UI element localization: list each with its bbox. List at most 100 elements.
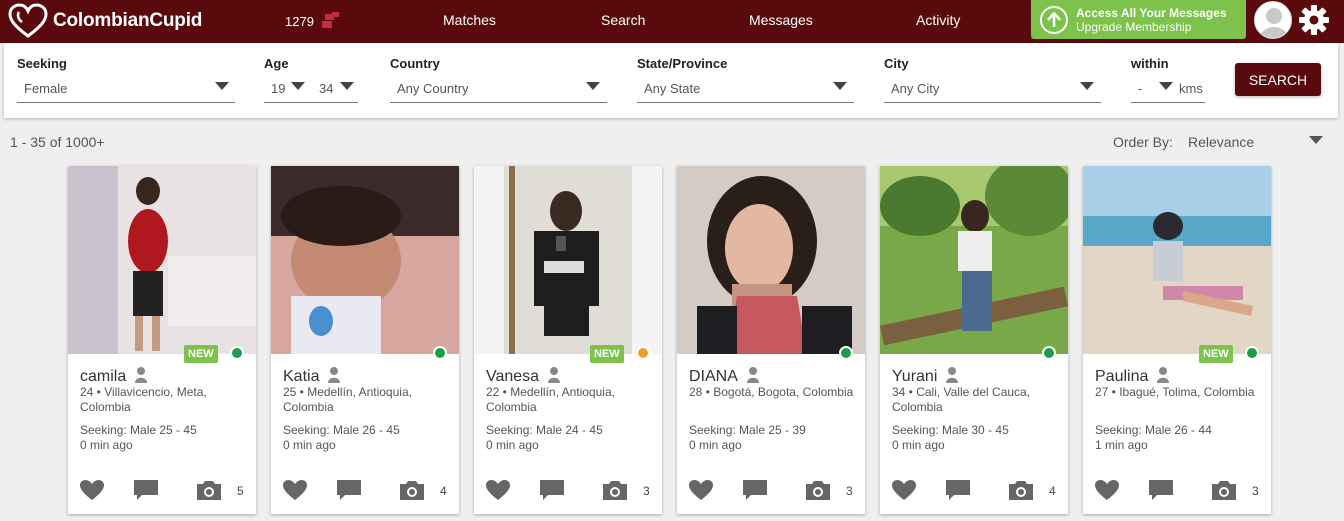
online-count-value: 1279 <box>285 13 314 29</box>
profile-last-active: 0 min ago <box>892 438 945 452</box>
camera-icon[interactable] <box>602 479 628 506</box>
camera-icon[interactable] <box>805 479 831 506</box>
profile-card[interactable]: Yurani 34 • Cali, Valle del Cauca, Colomb… <box>880 166 1068 514</box>
photo-count: 4 <box>440 484 447 498</box>
search-button[interactable]: SEARCH <box>1235 63 1321 96</box>
chevron-down-icon <box>215 82 229 90</box>
age-min-value: 19 <box>271 81 286 96</box>
city-select[interactable]: Any City <box>884 75 1101 103</box>
profile-card[interactable]: NEW camila 24 • Villavicencio, Meta, Colom… <box>68 166 256 514</box>
new-badge: NEW <box>1199 345 1233 363</box>
distance-unit: kms <box>1179 81 1203 96</box>
heart-icon[interactable] <box>891 479 917 506</box>
online-status-icon <box>433 346 447 360</box>
chat-icon[interactable] <box>539 479 565 506</box>
distance-value: - <box>1138 81 1143 96</box>
order-by-select[interactable]: Relevance <box>1188 134 1254 150</box>
chat-icon[interactable] <box>742 479 768 506</box>
photo-count: 5 <box>237 484 244 498</box>
country-label: Country <box>390 56 440 71</box>
state-select[interactable]: Any State <box>637 75 854 103</box>
nav-search[interactable]: Search <box>601 12 645 28</box>
city-label: City <box>884 56 909 71</box>
heart-icon[interactable] <box>688 479 714 506</box>
camera-icon[interactable] <box>399 479 425 506</box>
user-avatar[interactable] <box>1254 1 1292 39</box>
profile-location: 27 • Ibagué, Tolima, Colombia <box>1095 385 1255 399</box>
heart-icon[interactable] <box>282 479 308 506</box>
profile-seeking: Seeking: Male 25 - 39 <box>689 423 806 437</box>
country-select[interactable]: Any Country <box>390 75 607 103</box>
profile-seeking: Seeking: Male 24 - 45 <box>486 423 603 437</box>
top-navigation-bar: ColombianCupid 1279 Matches Search Messa… <box>0 0 1344 43</box>
profile-photo[interactable] <box>68 166 256 354</box>
profile-last-active: 0 min ago <box>283 438 336 452</box>
arrow-up-icon <box>1040 5 1068 34</box>
gear-icon[interactable] <box>1298 4 1330 36</box>
age-min-select[interactable]: 19 <box>264 75 312 103</box>
profile-card[interactable]: NEW Vanesa 22 • Medellín, Antioquia, Colom… <box>474 166 662 514</box>
profile-name: DIANA <box>689 368 738 385</box>
nav-matches[interactable]: Matches <box>443 12 496 28</box>
photo-count: 3 <box>846 484 853 498</box>
online-status-icon <box>839 346 853 360</box>
seeking-select[interactable]: Female <box>17 75 235 103</box>
profile-location: 28 • Bogotá, Bogota, Colombia <box>689 385 854 399</box>
nav-messages[interactable]: Messages <box>749 12 813 28</box>
results-count: 1 - 35 of 1000+ <box>10 134 105 150</box>
chevron-down-icon <box>291 82 305 90</box>
profile-photo[interactable] <box>880 166 1068 354</box>
camera-icon[interactable] <box>1211 479 1237 506</box>
heart-icon[interactable] <box>79 479 105 506</box>
profile-last-active: 0 min ago <box>80 438 133 452</box>
profile-seeking: Seeking: Male 25 - 45 <box>80 423 197 437</box>
profile-location: 22 • Medellín, Antioquia, Colombia <box>486 385 615 414</box>
country-value: Any Country <box>397 81 469 96</box>
camera-icon[interactable] <box>196 479 222 506</box>
profile-last-active: 1 min ago <box>1095 438 1148 452</box>
online-count[interactable]: 1279 <box>285 12 341 30</box>
logo[interactable]: ColombianCupid <box>8 3 202 39</box>
heart-icon[interactable] <box>485 479 511 506</box>
new-badge: NEW <box>590 345 624 363</box>
chat-icon[interactable] <box>133 479 159 506</box>
camera-icon[interactable] <box>1008 479 1034 506</box>
online-status-icon <box>1245 346 1259 360</box>
within-label: within <box>1131 56 1169 71</box>
profile-seeking: Seeking: Male 26 - 44 <box>1095 423 1212 437</box>
photo-count: 4 <box>1049 484 1056 498</box>
chat-icon[interactable] <box>336 479 362 506</box>
photo-count: 3 <box>643 484 650 498</box>
nav-activity[interactable]: Activity <box>916 12 960 28</box>
profile-card[interactable]: DIANA 28 • Bogotá, Bogota, Colombia Seekin… <box>677 166 865 514</box>
profile-photo[interactable] <box>677 166 865 354</box>
profile-seeking: Seeking: Male 30 - 45 <box>892 423 1009 437</box>
brand-name: ColombianCupid <box>53 10 203 31</box>
chevron-down-icon[interactable] <box>1309 136 1323 144</box>
upgrade-title: Access All Your Messages <box>1076 5 1227 20</box>
chevron-down-icon <box>1159 82 1173 90</box>
profile-photo[interactable] <box>1083 166 1271 354</box>
chevron-down-icon <box>340 82 354 90</box>
chat-icon[interactable] <box>945 479 971 506</box>
heart-logo-icon <box>8 3 48 38</box>
users-online-icon <box>321 12 339 28</box>
profile-card[interactable]: Katia 25 • Medellín, Antioquia, Colombia S… <box>271 166 459 514</box>
profile-card[interactable]: NEW Paulina 27 • Ibagué, Tolima, Colombia S… <box>1083 166 1271 514</box>
seeking-label: Seeking <box>17 56 67 71</box>
user-silhouette-icon <box>1260 8 1288 38</box>
online-status-icon <box>1042 346 1056 360</box>
heart-icon[interactable] <box>1094 479 1120 506</box>
chat-icon[interactable] <box>1148 479 1174 506</box>
profile-photo[interactable] <box>474 166 662 354</box>
profile-location: 25 • Medellín, Antioquia, Colombia <box>283 385 412 414</box>
online-status-icon <box>230 346 244 360</box>
chevron-down-icon <box>586 82 600 90</box>
distance-select[interactable]: - kms <box>1131 75 1205 103</box>
upgrade-membership-button[interactable]: Access All Your Messages Upgrade Members… <box>1031 0 1246 39</box>
profile-name: Paulina <box>1095 368 1149 385</box>
away-status-icon <box>636 346 650 360</box>
age-max-select[interactable]: 34 <box>312 75 358 103</box>
profile-photo[interactable] <box>271 166 459 354</box>
profile-seeking: Seeking: Male 26 - 45 <box>283 423 400 437</box>
